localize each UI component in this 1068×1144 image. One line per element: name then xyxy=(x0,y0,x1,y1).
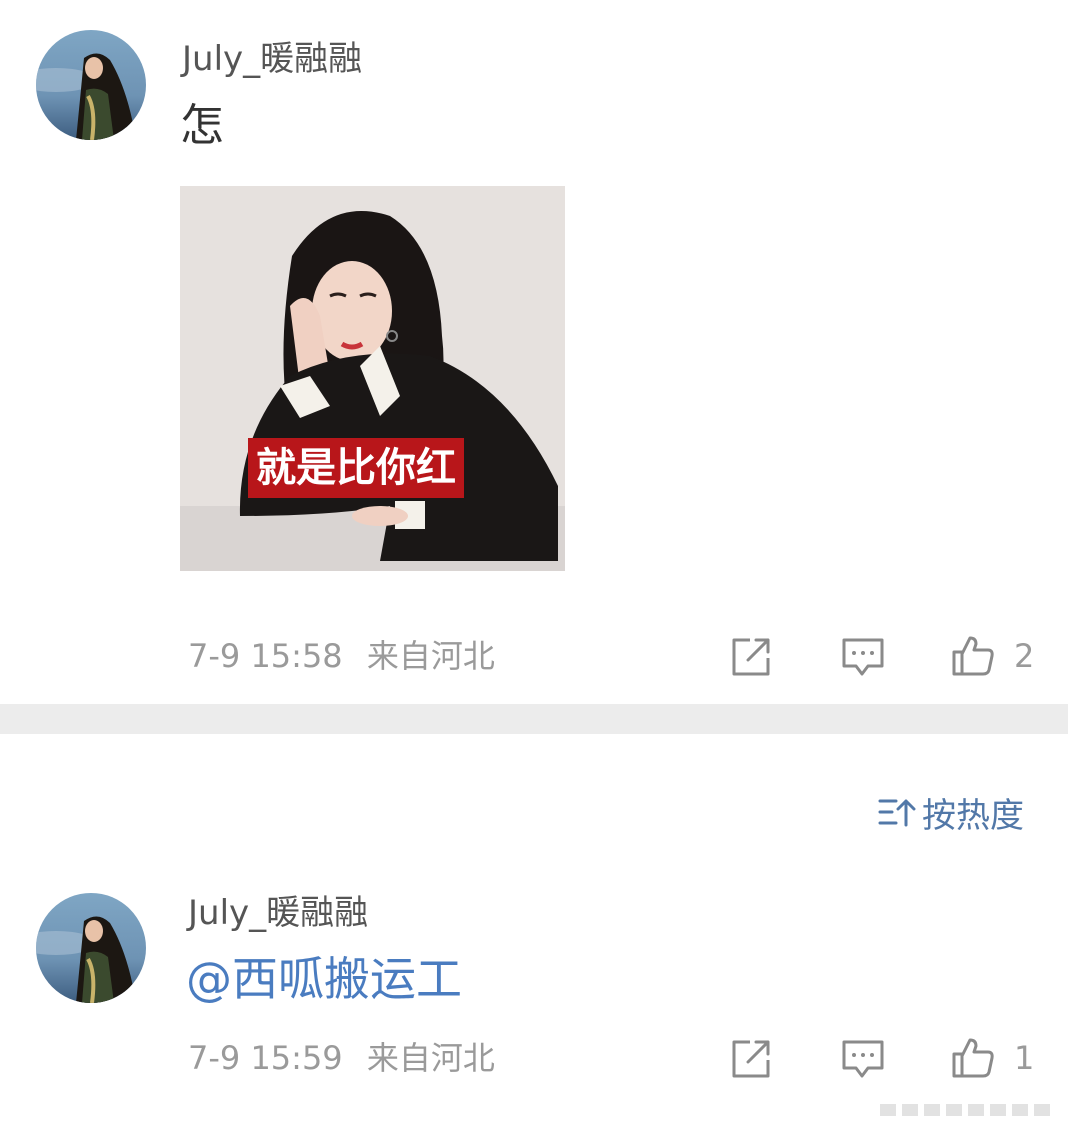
reply-icon[interactable] xyxy=(840,1036,886,1082)
sort-icon xyxy=(878,795,916,829)
comment-time: 15:58 xyxy=(250,637,343,675)
like-icon[interactable] xyxy=(950,632,996,678)
sort-toggle[interactable]: 按热度 xyxy=(878,792,1024,836)
avatar[interactable] xyxy=(36,893,146,1003)
share-icon[interactable] xyxy=(728,1036,774,1082)
comment-meta: 7-9 15:59 来自河北 xyxy=(188,1042,495,1074)
comment-date: 7-9 xyxy=(188,1039,241,1077)
comment-time: 15:59 xyxy=(250,1039,343,1077)
comment-date: 7-9 xyxy=(188,637,241,675)
image-caption: 就是比你红 xyxy=(248,438,464,498)
mention-link[interactable]: @西呱搬运工 xyxy=(186,956,462,1002)
watermark xyxy=(880,1100,1060,1120)
sort-label: 按热度 xyxy=(922,795,1024,836)
attached-image[interactable] xyxy=(180,186,565,571)
comment-location: 来自河北 xyxy=(366,1039,495,1077)
username[interactable]: July_暖融融 xyxy=(182,42,362,76)
like-count: 1 xyxy=(1014,1039,1035,1077)
section-divider xyxy=(0,704,1068,734)
comment-meta: 7-9 15:58 来自河北 xyxy=(188,640,495,672)
share-icon[interactable] xyxy=(728,634,774,680)
like-count: 2 xyxy=(1014,637,1035,675)
reply-icon[interactable] xyxy=(840,634,886,680)
avatar[interactable] xyxy=(36,30,146,140)
like-icon[interactable] xyxy=(950,1034,996,1080)
comment-text: 怎 xyxy=(180,100,224,151)
username[interactable]: July_暖融融 xyxy=(188,896,368,930)
comment-location: 来自河北 xyxy=(366,637,495,675)
comment-page: July_暖融融 怎 就是比你红 7-9 15:58 来自河北 2 按热度 Ju… xyxy=(0,0,1068,1144)
